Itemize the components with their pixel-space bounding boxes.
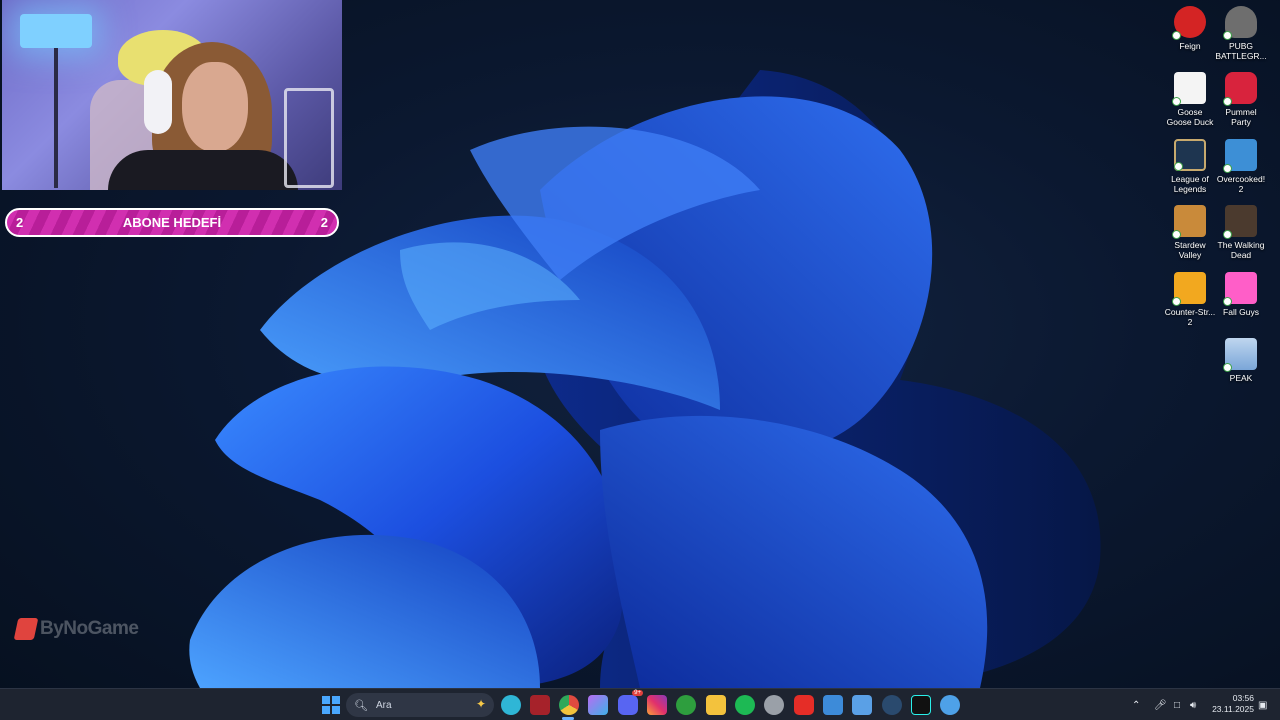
desktop-icon-label: Goose Goose Duck: [1166, 107, 1214, 127]
search-icon: 🔍︎: [354, 699, 368, 712]
copilot-icon[interactable]: [588, 695, 608, 715]
bynogame-watermark: ByNoGame: [13, 618, 139, 640]
desktop-icon-overcooked-2[interactable]: Overcooked! 2: [1215, 139, 1267, 194]
show-hidden-icons-chevron-icon[interactable]: ⌃: [1132, 689, 1140, 720]
desktop-icon-label: Counter-Str... 2: [1164, 307, 1216, 327]
taskbar-search-box[interactable]: 🔍︎ Ara ✦: [346, 693, 494, 717]
microphone-icon[interactable]: 🎤︎: [1154, 689, 1167, 720]
red-app-icon[interactable]: [530, 695, 550, 715]
desktop-icon-label: Pummel Party: [1225, 107, 1257, 127]
counter-strike-2-icon: [1172, 272, 1206, 306]
tiktok-icon[interactable]: [911, 695, 931, 715]
desktop-icon-goose-goose-duck[interactable]: Goose Goose Duck: [1164, 72, 1216, 127]
desktop-icon-league-of-legends[interactable]: League of Legends: [1164, 139, 1216, 194]
feign-icon: [1172, 6, 1206, 40]
notification-bell-icon[interactable]: ▣: [1258, 689, 1267, 720]
mail-icon[interactable]: [823, 695, 843, 715]
clock-time: 03:56: [1232, 693, 1254, 703]
fall-guys-icon: [1223, 272, 1257, 306]
desktop-icon-label: Fall Guys: [1223, 307, 1259, 317]
search-placeholder: Ara: [375, 699, 392, 711]
system-clock[interactable]: 03:56 23.11.2025: [1206, 693, 1254, 715]
clock-date: 23.11.2025: [1212, 704, 1254, 714]
instagram-icon[interactable]: [647, 695, 667, 715]
volume-icon[interactable]: 🔊︎: [1190, 689, 1196, 720]
webcam-overlay: [2, 0, 342, 190]
streamer-shirt-shape: [108, 150, 298, 190]
desktop-icon-pubg-battlegrounds[interactable]: PUBG BATTLEGR...: [1215, 6, 1267, 61]
desktop-icon-label: PUBG BATTLEGR...: [1215, 41, 1267, 61]
windows-start-icon[interactable]: [322, 696, 340, 714]
settings-app-icon[interactable]: [940, 695, 960, 715]
goal-title: ABONE HEDEFİ: [122, 215, 222, 230]
desktop-icon-feign[interactable]: Feign: [1164, 6, 1216, 51]
shelf-shape: [284, 88, 334, 188]
desktop-icon-the-walking-dead[interactable]: The Walking Dead: [1215, 205, 1267, 260]
goal-current-count: 2: [16, 215, 24, 230]
peak-icon: [1223, 338, 1257, 372]
goose-goose-duck-icon: [1172, 72, 1206, 106]
goal-target-count: 2: [320, 215, 328, 230]
desktop-icon-peak[interactable]: PEAK: [1215, 338, 1267, 383]
xbox-icon[interactable]: [676, 695, 696, 715]
desktop-icon-fall-guys[interactable]: Fall Guys: [1215, 272, 1267, 317]
overcooked-2-icon: [1223, 139, 1257, 173]
desktop-icon-stardew-valley[interactable]: Stardew Valley: [1164, 205, 1216, 260]
streamer-face-shape: [182, 62, 248, 152]
the-walking-dead-icon: [1223, 205, 1257, 239]
desktop-icon-label: Overcooked! 2: [1216, 174, 1266, 194]
pubg-icon: [1223, 6, 1257, 40]
copilot-sparkle-icon: ✦: [475, 697, 486, 711]
notepad-icon[interactable]: [852, 695, 872, 715]
desktop-icon-label: The Walking Dead: [1217, 240, 1265, 260]
league-of-legends-icon: [1174, 139, 1206, 171]
desktop-icon-counter-strike-2[interactable]: Counter-Str... 2: [1164, 272, 1216, 327]
watermark-text: ByNoGame: [40, 618, 139, 639]
bynogame-logo-icon: [13, 618, 39, 640]
steam-icon[interactable]: [882, 695, 902, 715]
stardew-valley-icon: [1172, 205, 1206, 239]
desktop-icon-label: League of Legends: [1171, 174, 1209, 194]
subscriber-goal-bar: ABONE HEDEFİ 2 2: [5, 208, 339, 237]
lamp-shape: [20, 14, 92, 48]
edge-icon[interactable]: [501, 695, 521, 715]
spotify-icon[interactable]: [735, 695, 755, 715]
discord-icon[interactable]: 9+: [618, 690, 643, 715]
taskbar: 🔍︎ Ara ✦ 9+ ⌃ 🎤︎ □ 🔊︎ 03:56 23.11.2025 ▣: [0, 688, 1280, 720]
file-explorer-icon[interactable]: [706, 695, 726, 715]
network-icon[interactable]: □: [1174, 689, 1180, 720]
desktop-icon-label: Feign: [1179, 41, 1201, 51]
youtube-icon[interactable]: [794, 695, 814, 715]
pummel-party-icon: [1223, 72, 1257, 106]
chrome-icon[interactable]: [559, 695, 579, 715]
obs-icon[interactable]: [764, 695, 784, 715]
headphone-shape: [144, 70, 172, 134]
desktop-icon-pummel-party[interactable]: Pummel Party: [1215, 72, 1267, 127]
lamp-stand-shape: [54, 48, 58, 188]
desktop-icon-label: PEAK: [1229, 373, 1253, 383]
discord-notification-badge: 9+: [632, 690, 643, 696]
desktop-icon-label: Stardew Valley: [1174, 240, 1206, 260]
